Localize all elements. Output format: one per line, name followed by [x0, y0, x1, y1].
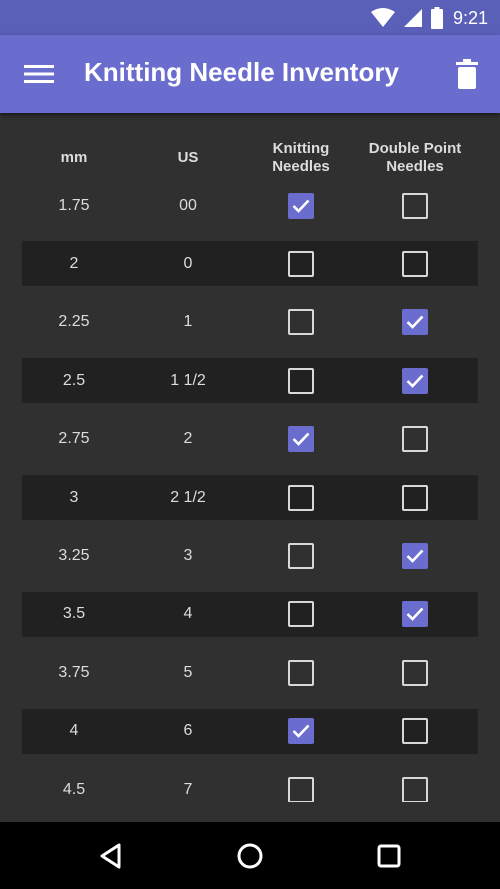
double-point-needles-checkbox[interactable]: [402, 484, 428, 511]
cell-mm: 3.75: [58, 663, 90, 681]
cell-us: 1 1/2: [170, 371, 206, 389]
cell-knitting: [255, 533, 347, 578]
cell-us: 5: [183, 663, 193, 681]
double-point-needles-checkbox[interactable]: [402, 426, 428, 453]
cell-double-point: [358, 417, 472, 462]
table-header: mm US Knitting Needles Double Point Need…: [22, 133, 478, 183]
cell-knitting: [255, 300, 347, 345]
cell-knitting: [255, 592, 347, 637]
battery-icon: [430, 7, 443, 29]
cell-us: 6: [183, 722, 193, 740]
knitting-needles-checkbox[interactable]: [288, 718, 314, 745]
cell-mm: 2.5: [62, 371, 86, 389]
table-row: 2.75 2: [22, 417, 478, 462]
status-icons: 9:21: [370, 6, 488, 30]
cell-knitting: [255, 767, 347, 802]
menu-icon[interactable]: [24, 61, 54, 87]
knitting-needles-checkbox[interactable]: [288, 542, 314, 569]
cell-us: 1: [183, 313, 193, 331]
cell-us: 4: [183, 605, 193, 623]
double-point-needles-checkbox[interactable]: [402, 192, 428, 219]
cell-double-point: [358, 358, 472, 403]
knitting-needles-checkbox[interactable]: [288, 426, 314, 453]
cell-double-point: [358, 241, 472, 286]
cell-us: 00: [179, 196, 197, 214]
knitting-needles-checkbox[interactable]: [288, 250, 314, 277]
cell-knitting: [255, 650, 347, 695]
recents-icon[interactable]: [375, 842, 403, 870]
cell-mm: 2.25: [58, 313, 90, 331]
status-bar: 9:21: [0, 0, 500, 35]
double-point-needles-checkbox[interactable]: [402, 601, 428, 628]
cell-mm: 2: [69, 254, 79, 272]
table-row: 3.5 4: [22, 591, 478, 637]
cell-mm: 4.5: [62, 780, 86, 798]
app-bar: Knitting Needle Inventory: [0, 35, 500, 113]
cell-double-point: [358, 475, 472, 520]
cell-double-point: [358, 533, 472, 578]
table-row: 3.75 5: [22, 650, 478, 695]
knitting-needles-checkbox[interactable]: [288, 367, 314, 394]
home-icon[interactable]: [236, 842, 264, 870]
table-row: 2.5 1 1/2: [22, 358, 478, 404]
knitting-needles-checkbox[interactable]: [288, 659, 314, 686]
double-point-needles-checkbox[interactable]: [402, 309, 428, 336]
cell-mm: 3: [69, 488, 79, 506]
knitting-needles-checkbox[interactable]: [288, 601, 314, 628]
knitting-needles-checkbox[interactable]: [288, 309, 314, 336]
cell-knitting: [255, 475, 347, 520]
cell-mm: 1.75: [58, 196, 90, 214]
cell-double-point: [358, 650, 472, 695]
cell-mm: 3.25: [58, 546, 90, 564]
knitting-needles-checkbox[interactable]: [288, 192, 314, 219]
knitting-needles-checkbox[interactable]: [288, 484, 314, 511]
cell-us: 2: [183, 430, 193, 448]
cell-us: 0: [183, 254, 193, 272]
table-row: 3 2 1/2: [22, 475, 478, 520]
cell-double-point: [358, 767, 472, 802]
header-us: US: [177, 149, 199, 166]
wifi-icon: [370, 8, 395, 27]
inventory-table[interactable]: mm US Knitting Needles Double Point Need…: [0, 113, 500, 802]
app-title: Knitting Needle Inventory: [84, 57, 399, 87]
back-icon[interactable]: [97, 842, 125, 870]
status-time: 9:21: [452, 7, 488, 28]
cell-signal-icon: [403, 9, 422, 27]
table-row: 4.5 7: [22, 767, 478, 802]
cell-knitting: [255, 241, 347, 286]
cell-double-point: [358, 300, 472, 345]
table-row: 20: [22, 241, 478, 287]
header-double-point-needles: Double Point Needles: [368, 140, 462, 175]
header-mm: mm: [60, 149, 88, 166]
cell-us: 2 1/2: [170, 488, 206, 506]
cell-knitting: [255, 417, 347, 462]
navigation-bar: [0, 822, 500, 889]
cell-us: 7: [183, 780, 193, 798]
double-point-needles-checkbox[interactable]: [402, 542, 428, 569]
header-knitting-needles: Knitting Needles: [272, 140, 330, 175]
cell-mm: 3.5: [62, 605, 86, 623]
knitting-needles-checkbox[interactable]: [288, 776, 314, 802]
double-point-needles-checkbox[interactable]: [402, 250, 428, 277]
double-point-needles-checkbox[interactable]: [402, 659, 428, 686]
cell-knitting: [255, 358, 347, 403]
table-row: 2.25 1: [22, 300, 478, 345]
cell-mm: 2.75: [58, 430, 90, 448]
double-point-needles-checkbox[interactable]: [402, 776, 428, 802]
cell-knitting: [255, 183, 347, 228]
cell-double-point: [358, 183, 472, 228]
table-row: 1.75 00: [22, 183, 478, 228]
cell-double-point: [358, 592, 472, 637]
table-row: 3.25 3: [22, 533, 478, 578]
double-point-needles-checkbox[interactable]: [402, 367, 428, 394]
cell-us: 3: [183, 546, 193, 564]
double-point-needles-checkbox[interactable]: [402, 718, 428, 745]
cell-mm: 4: [69, 722, 79, 740]
cell-double-point: [358, 709, 472, 754]
cell-knitting: [255, 709, 347, 754]
table-row: 46: [22, 708, 478, 754]
trash-icon[interactable]: [453, 59, 481, 89]
